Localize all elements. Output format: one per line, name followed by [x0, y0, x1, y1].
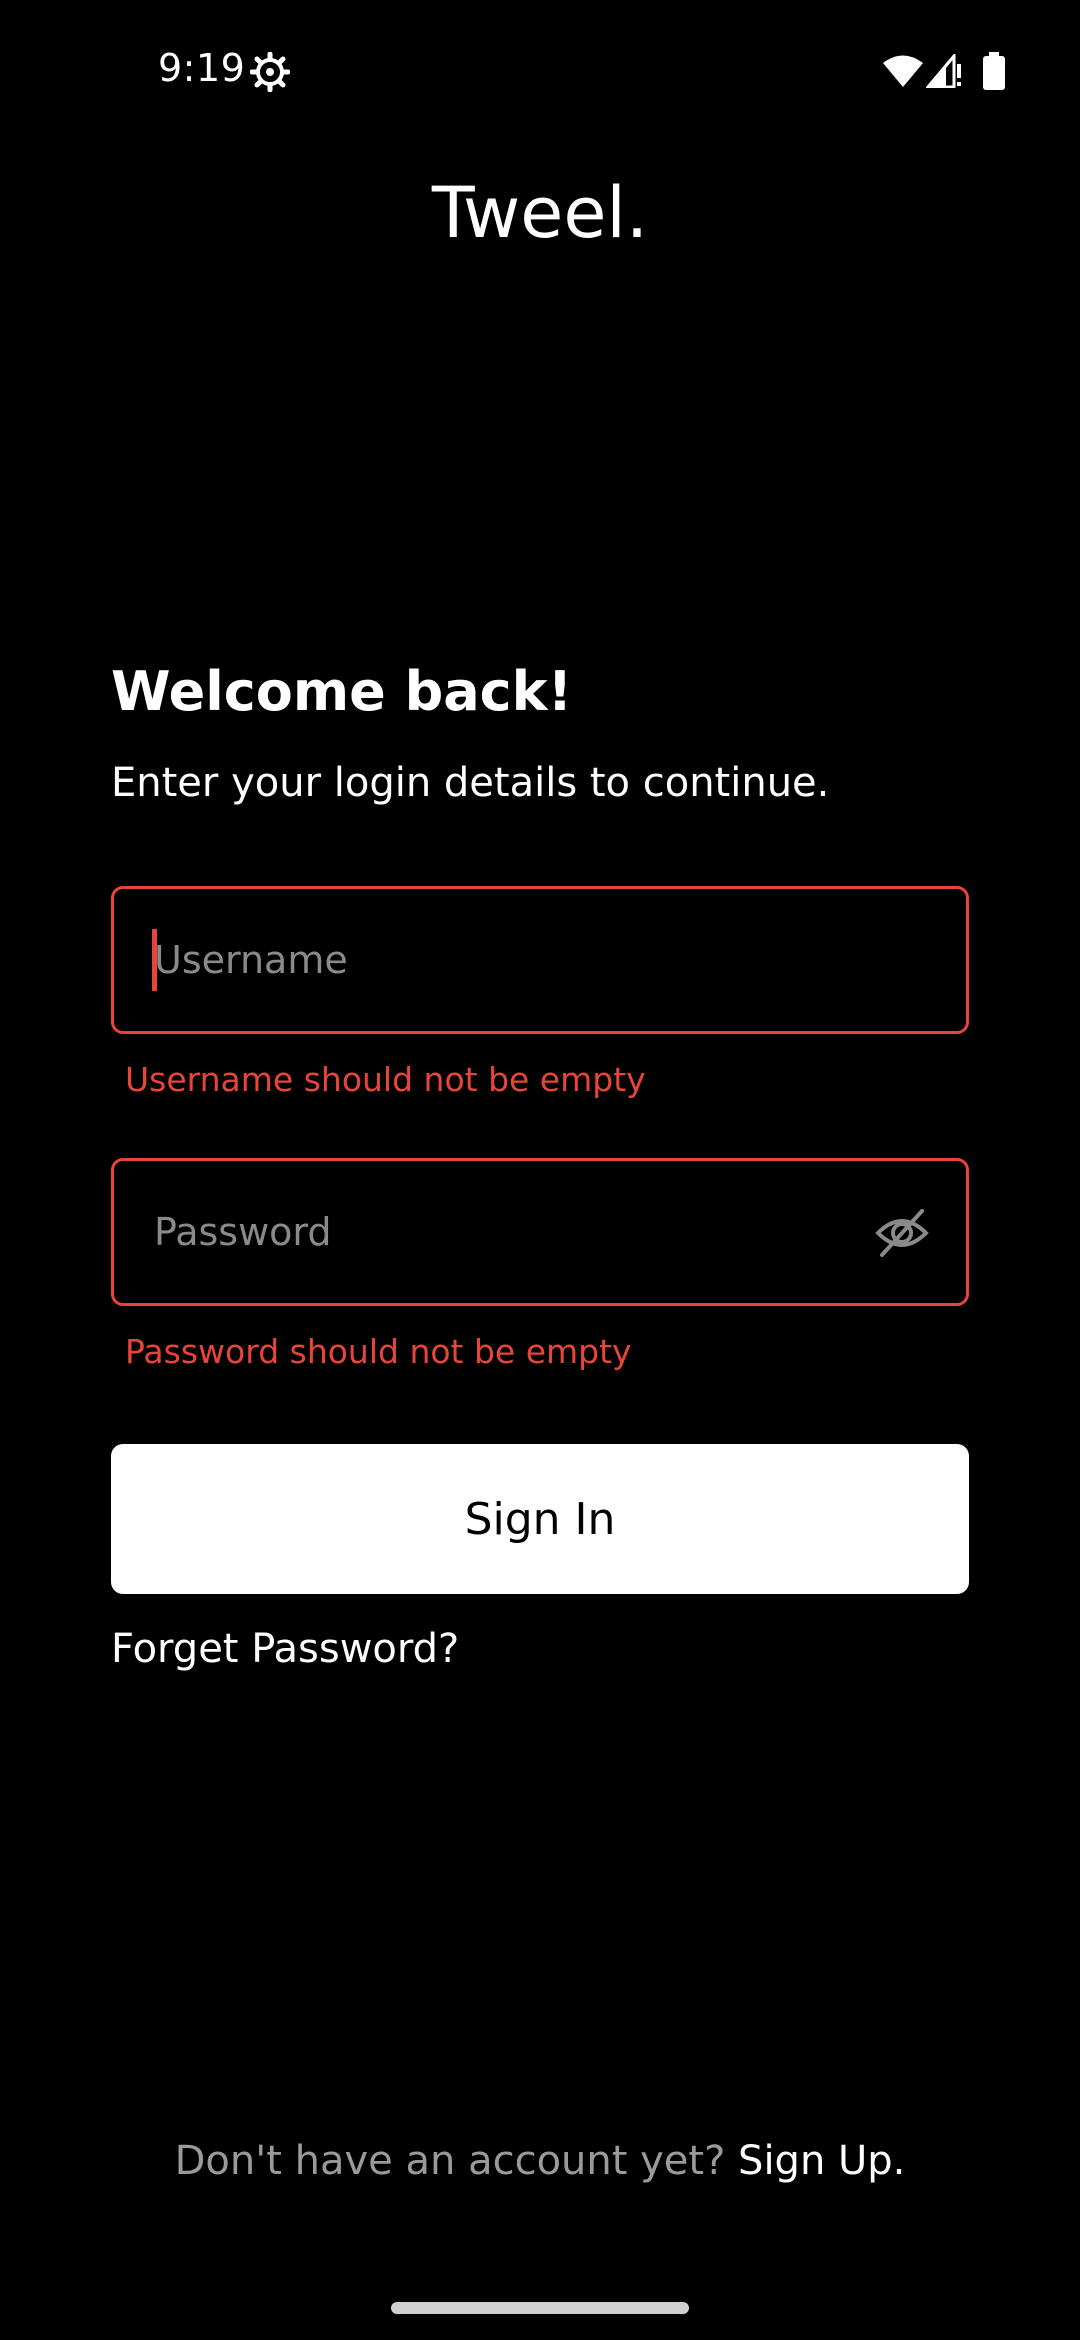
- text-caret: [152, 929, 157, 991]
- gear-icon: [250, 52, 290, 92]
- signal-icon: [926, 54, 961, 88]
- forgot-password-link[interactable]: Forget Password?: [111, 1626, 459, 1672]
- username-error-text: Username should not be empty: [125, 1060, 646, 1099]
- signup-row: Don't have an account yet? Sign Up.: [0, 2138, 1080, 2184]
- status-bar: 9:19: [0, 0, 1080, 140]
- password-error-text: Password should not be empty: [125, 1332, 632, 1371]
- sign-in-button[interactable]: Sign In: [111, 1444, 969, 1594]
- username-field[interactable]: [111, 886, 969, 1034]
- sign-up-link[interactable]: Sign Up.: [738, 2138, 905, 2184]
- wifi-icon: [883, 55, 923, 87]
- status-time: 9:19: [158, 46, 246, 90]
- welcome-heading: Welcome back!: [111, 660, 573, 723]
- signup-prompt: Don't have an account yet?: [174, 2138, 739, 2184]
- battery-icon: [983, 52, 1005, 90]
- password-input[interactable]: [154, 1161, 894, 1303]
- eye-off-icon[interactable]: [874, 1207, 930, 1259]
- gesture-nav-handle[interactable]: [391, 2302, 689, 2314]
- app-logo-title: Tweel.: [431, 172, 649, 254]
- password-field[interactable]: [111, 1158, 969, 1306]
- welcome-subtitle: Enter your login details to continue.: [111, 760, 830, 806]
- username-input[interactable]: [154, 889, 894, 1031]
